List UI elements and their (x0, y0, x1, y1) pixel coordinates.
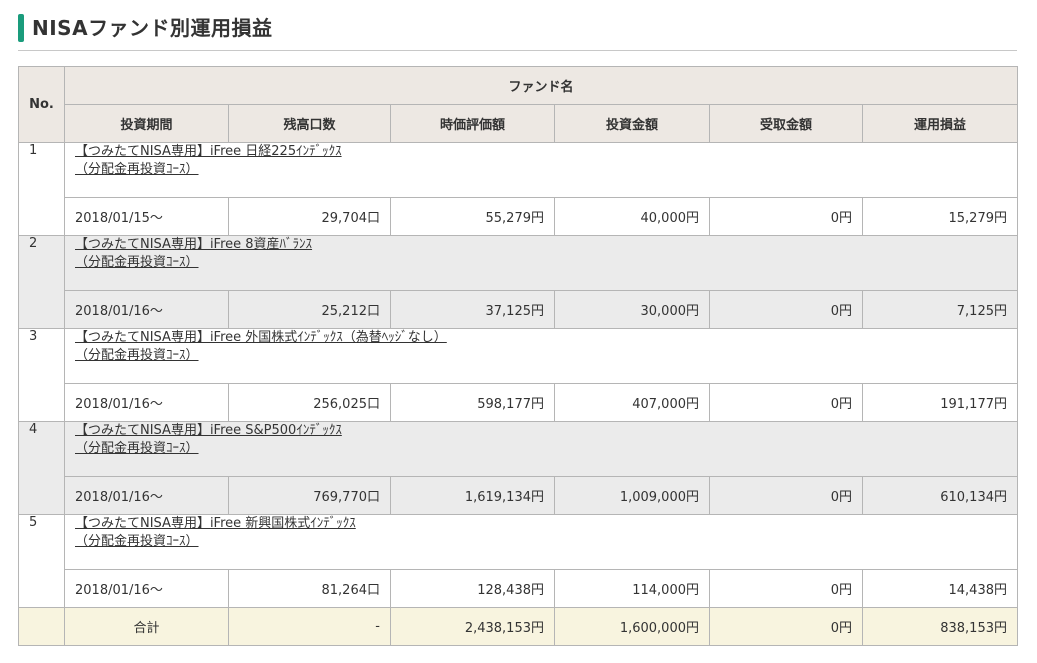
title-accent-bar (18, 14, 24, 42)
table-body: 1 【つみたてNISA専用】iFree 日経225ｲﾝﾃﾞｯｸｽ （分配金再投資… (18, 142, 1018, 646)
received-cell: 0円 (709, 290, 863, 329)
table-header: No. ファンド名 投資期間 残高口数 時価評価額 投資金額 受取金額 運用損益 (18, 66, 1018, 143)
header-profit: 運用損益 (862, 104, 1018, 143)
units-cell: 256,025口 (228, 383, 391, 422)
row-number: 5 (18, 514, 65, 608)
total-received: 0円 (709, 607, 863, 646)
fund-name-link[interactable]: 【つみたてNISA専用】iFree 日経225ｲﾝﾃﾞｯｸｽ （分配金再投資ｺｰ… (75, 144, 342, 177)
page-header: NISAファンド別運用損益 (18, 10, 1017, 51)
profit-cell: 191,177円 (862, 383, 1018, 422)
fund-name-link[interactable]: 【つみたてNISA専用】iFree 外国株式ｲﾝﾃﾞｯｸｽ（為替ﾍｯｼﾞなし） … (75, 330, 447, 363)
fund-name-link[interactable]: 【つみたてNISA専用】iFree 新興国株式ｲﾝﾃﾞｯｸｽ （分配金再投資ｺｰ… (75, 516, 356, 549)
fund-name-link[interactable]: 【つみたてNISA専用】iFree 8資産ﾊﾞﾗﾝｽ （分配金再投資ｺｰｽ） (75, 237, 312, 270)
invested-cell: 1,009,000円 (554, 476, 710, 515)
market-value-cell: 128,438円 (390, 569, 555, 608)
row-number: 1 (18, 142, 65, 236)
fund-name-cell: 【つみたてNISA専用】iFree 日経225ｲﾝﾃﾞｯｸｽ （分配金再投資ｺｰ… (64, 142, 1018, 198)
units-cell: 81,264口 (228, 569, 391, 608)
fund-name-line1: 【つみたてNISA専用】iFree 8資産ﾊﾞﾗﾝｽ (75, 237, 313, 252)
fund-detail-row: 2018/01/16～ 25,212口 37,125円 30,000円 0円 7… (19, 290, 1018, 329)
fund-detail-row: 2018/01/16～ 256,025口 598,177円 407,000円 0… (19, 383, 1018, 422)
fund-row: 2 【つみたてNISA専用】iFree 8資産ﾊﾞﾗﾝｽ （分配金再投資ｺｰｽ） (18, 235, 1018, 329)
fund-detail-row: 2018/01/15～ 29,704口 55,279円 40,000円 0円 1… (19, 197, 1018, 236)
fund-name-line1: 【つみたてNISA専用】iFree 新興国株式ｲﾝﾃﾞｯｸｽ (75, 516, 356, 531)
fund-name-line2: （分配金再投資ｺｰｽ） (75, 348, 199, 363)
fund-name-cell: 【つみたてNISA専用】iFree 外国株式ｲﾝﾃﾞｯｸｽ（為替ﾍｯｼﾞなし） … (64, 328, 1018, 384)
fund-name-link[interactable]: 【つみたてNISA専用】iFree S&P500ｲﾝﾃﾞｯｸｽ （分配金再投資ｺ… (75, 423, 342, 456)
row-number: 2 (18, 235, 65, 329)
page-title: NISAファンド別運用損益 (32, 16, 273, 40)
period-cell: 2018/01/16～ (64, 383, 229, 422)
profit-cell: 7,125円 (862, 290, 1018, 329)
total-profit: 838,153円 (862, 607, 1018, 646)
fund-profit-table: No. ファンド名 投資期間 残高口数 時価評価額 投資金額 受取金額 運用損益… (18, 66, 1018, 646)
header-invested: 投資金額 (554, 104, 710, 143)
nisa-fund-profit-page: NISAファンド別運用損益 No. ファンド名 投資期間 残高口数 時価評価額 … (0, 0, 1037, 663)
fund-name-cell: 【つみたてNISA専用】iFree S&P500ｲﾝﾃﾞｯｸｽ （分配金再投資ｺ… (64, 421, 1018, 477)
fund-name-line2: （分配金再投資ｺｰｽ） (75, 255, 199, 270)
total-no-cell (18, 607, 65, 646)
invested-cell: 40,000円 (554, 197, 710, 236)
fund-name-line2: （分配金再投資ｺｰｽ） (75, 441, 199, 456)
units-cell: 769,770口 (228, 476, 391, 515)
total-units: - (228, 607, 391, 646)
period-cell: 2018/01/15～ (64, 197, 229, 236)
row-number: 3 (18, 328, 65, 422)
fund-detail-row: 2018/01/16～ 769,770口 1,619,134円 1,009,00… (19, 476, 1018, 515)
fund-detail-row: 2018/01/16～ 81,264口 128,438円 114,000円 0円… (19, 569, 1018, 608)
fund-name-line2: （分配金再投資ｺｰｽ） (75, 162, 199, 177)
fund-row: 5 【つみたてNISA専用】iFree 新興国株式ｲﾝﾃﾞｯｸｽ （分配金再投資… (18, 514, 1018, 608)
fund-name-cell: 【つみたてNISA専用】iFree 8資産ﾊﾞﾗﾝｽ （分配金再投資ｺｰｽ） (64, 235, 1018, 291)
fund-name-line1: 【つみたてNISA専用】iFree 外国株式ｲﾝﾃﾞｯｸｽ（為替ﾍｯｼﾞなし） (75, 330, 447, 345)
header-market-value: 時価評価額 (390, 104, 555, 143)
fund-row: 1 【つみたてNISA専用】iFree 日経225ｲﾝﾃﾞｯｸｽ （分配金再投資… (18, 142, 1018, 236)
received-cell: 0円 (709, 383, 863, 422)
period-cell: 2018/01/16～ (64, 290, 229, 329)
market-value-cell: 1,619,134円 (390, 476, 555, 515)
market-value-cell: 598,177円 (390, 383, 555, 422)
profit-cell: 610,134円 (862, 476, 1018, 515)
units-cell: 29,704口 (228, 197, 391, 236)
period-cell: 2018/01/16～ (64, 569, 229, 608)
fund-row: 3 【つみたてNISA専用】iFree 外国株式ｲﾝﾃﾞｯｸｽ（為替ﾍｯｼﾞなし… (18, 328, 1018, 422)
market-value-cell: 55,279円 (390, 197, 555, 236)
received-cell: 0円 (709, 476, 863, 515)
total-row: 合計 - 2,438,153円 1,600,000円 0円 838,153円 (18, 607, 1018, 646)
header-fund-name: ファンド名 (64, 66, 1018, 105)
total-market-value: 2,438,153円 (390, 607, 555, 646)
period-cell: 2018/01/16～ (64, 476, 229, 515)
market-value-cell: 37,125円 (390, 290, 555, 329)
header-no: No. (18, 66, 65, 143)
fund-name-line1: 【つみたてNISA専用】iFree S&P500ｲﾝﾃﾞｯｸｽ (75, 423, 342, 438)
header-period: 投資期間 (64, 104, 229, 143)
profit-cell: 15,279円 (862, 197, 1018, 236)
total-invested: 1,600,000円 (554, 607, 710, 646)
received-cell: 0円 (709, 197, 863, 236)
fund-name-line2: （分配金再投資ｺｰｽ） (75, 534, 199, 549)
profit-cell: 14,438円 (862, 569, 1018, 608)
fund-name-line1: 【つみたてNISA専用】iFree 日経225ｲﾝﾃﾞｯｸｽ (75, 144, 342, 159)
total-label: 合計 (64, 607, 229, 646)
invested-cell: 30,000円 (554, 290, 710, 329)
fund-row: 4 【つみたてNISA専用】iFree S&P500ｲﾝﾃﾞｯｸｽ （分配金再投… (18, 421, 1018, 515)
header-received: 受取金額 (709, 104, 863, 143)
units-cell: 25,212口 (228, 290, 391, 329)
received-cell: 0円 (709, 569, 863, 608)
fund-name-cell: 【つみたてNISA専用】iFree 新興国株式ｲﾝﾃﾞｯｸｽ （分配金再投資ｺｰ… (64, 514, 1018, 570)
header-units: 残高口数 (228, 104, 391, 143)
invested-cell: 114,000円 (554, 569, 710, 608)
row-number: 4 (18, 421, 65, 515)
invested-cell: 407,000円 (554, 383, 710, 422)
